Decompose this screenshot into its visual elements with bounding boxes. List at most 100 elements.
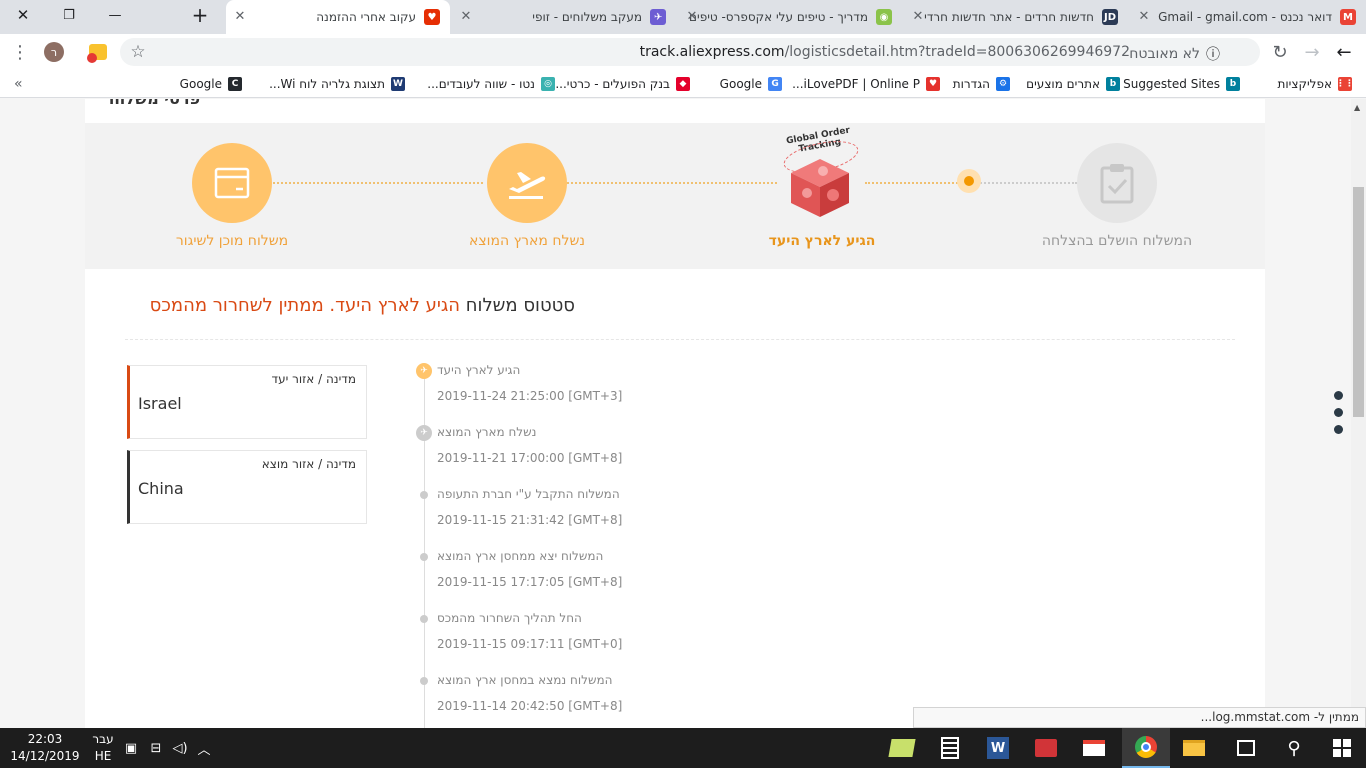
origin-label: מדינה / אזור מוצא bbox=[261, 457, 356, 471]
step-ready-label: משלוח מוכן לשיגור bbox=[175, 233, 289, 249]
bookmark-favicon-icon: ♥ bbox=[926, 77, 940, 91]
step-shipped-circle bbox=[487, 143, 567, 223]
star-icon: ☆ bbox=[130, 42, 146, 62]
tab-0[interactable]: M דואר נכנס - Gmail - gmail.com ✕ bbox=[1130, 0, 1366, 34]
bookmark-label: Google bbox=[719, 77, 762, 91]
url-text[interactable]: track.aliexpress.com/logisticsdetail.htm… bbox=[640, 44, 1130, 60]
step-ready-circle bbox=[192, 143, 272, 223]
taskbar-app-sticky-notes[interactable] bbox=[878, 728, 926, 768]
taskbar-app-word[interactable]: W bbox=[974, 728, 1022, 768]
avatar: ר bbox=[44, 42, 64, 62]
lang-bottom: HE bbox=[94, 749, 112, 763]
kebab-menu-icon: ⋮ bbox=[11, 41, 29, 63]
step-connector bbox=[865, 182, 961, 184]
gmail-icon bbox=[1083, 740, 1105, 756]
tab-1[interactable]: JD חדשות חרדים - אתר חדשות חרדי ✕ bbox=[904, 0, 1128, 34]
tab-close-icon[interactable]: ✕ bbox=[232, 9, 248, 25]
timeline-dot-icon bbox=[420, 553, 428, 561]
bookmark-item[interactable]: ◎ נטו - שווה לעובדים... bbox=[427, 75, 555, 93]
chevron-up-icon[interactable]: ︿ bbox=[192, 728, 216, 768]
system-clock[interactable]: 22:03 14/12/2019 bbox=[6, 731, 84, 765]
tab-2[interactable]: ◉ מדריך - טיפים עלי אקספרס- טיפים ✕ bbox=[678, 0, 902, 34]
menu-button[interactable]: ⋮ bbox=[8, 40, 32, 64]
timeline-event: ✈ הגיע לארץ היעד 2019-11-24 21:25:00 [GMT+… bbox=[415, 361, 735, 423]
bookmark-item[interactable]: C Google bbox=[180, 75, 242, 93]
security-indicator[interactable]: ⓘ לא מאובטח bbox=[1129, 44, 1220, 64]
timeline-event: החל תהליך השחרור מהמכס 2019-11-15 09:17:1… bbox=[415, 609, 735, 671]
profile-button[interactable]: ר bbox=[42, 40, 66, 64]
destination-value: Israel bbox=[138, 394, 182, 413]
bookmark-item[interactable]: b Suggested Sites bbox=[1123, 75, 1240, 93]
event-text: נשלח מארץ המוצא bbox=[437, 425, 537, 439]
step-connector bbox=[273, 182, 483, 184]
bookmark-item[interactable]: ◆ בנק הפועלים - כרטי... bbox=[555, 75, 690, 93]
plane-takeoff-icon: ✈ bbox=[416, 425, 432, 441]
event-text: החל תהליך השחרור מהמכס bbox=[437, 611, 582, 625]
bookmark-favicon-icon: b bbox=[1226, 77, 1240, 91]
bookmark-label: אפליקציות bbox=[1277, 77, 1333, 91]
bookmark-item[interactable]: b אתרים מוצעים bbox=[1026, 75, 1120, 93]
tab-close-icon[interactable]: ✕ bbox=[1136, 9, 1152, 25]
folder-icon bbox=[1183, 740, 1205, 756]
tab-close-icon[interactable]: ✕ bbox=[458, 9, 474, 25]
reload-button[interactable]: ↻ bbox=[1268, 40, 1292, 64]
event-datetime: 2019-11-14 20:42:50 [GMT+8] bbox=[437, 699, 623, 713]
tab-3[interactable]: ✈ מעקב משלוחים - זופי ✕ bbox=[452, 0, 676, 34]
destination-label: מדינה / אזור יעד bbox=[271, 372, 356, 386]
scrollbar-thumb[interactable] bbox=[1353, 187, 1364, 417]
bookmark-item[interactable]: ⚙ הגדרות bbox=[953, 75, 1010, 93]
bookmark-label: הגדרות bbox=[952, 77, 990, 91]
plane-landing-icon: ✈ bbox=[416, 363, 432, 379]
clipboard-check-icon bbox=[1100, 164, 1134, 204]
bookmark-favicon-icon: W bbox=[391, 77, 405, 91]
card-header: פרטי משלוח bbox=[85, 99, 1265, 123]
search-button[interactable]: ⚲ bbox=[1270, 728, 1318, 768]
close-window-button[interactable]: ✕ bbox=[0, 0, 46, 30]
extension-button[interactable] bbox=[86, 40, 110, 64]
tab-close-icon[interactable]: ✕ bbox=[910, 9, 926, 25]
scroll-up-arrow-icon[interactable]: ▲ bbox=[1354, 103, 1360, 112]
page-scrollbar[interactable]: ▲ bbox=[1351, 99, 1366, 728]
screen: ✕ ❐ — + M דואר נכנס - Gmail - gmail.com ✕ J… bbox=[0, 0, 1366, 768]
page-viewport: פרטי משלוח משלוח מוכן לשיגור נשלח מאר bbox=[0, 99, 1351, 728]
tab-close-icon[interactable]: ✕ bbox=[684, 9, 700, 25]
bookmark-item[interactable]: W תצוגת גלריה לוח Wi... bbox=[269, 75, 405, 93]
side-nav-dot[interactable] bbox=[1334, 391, 1343, 400]
timeline-event: המשלוח נמצא במחסן ארץ המוצא 2019-11-14 20… bbox=[415, 671, 735, 728]
network-icon[interactable]: ⊟ bbox=[144, 728, 168, 768]
event-datetime: 2019-11-21 17:00:00 [GMT+8] bbox=[437, 451, 623, 465]
lang-top: עבר bbox=[92, 732, 114, 746]
tab-4[interactable]: ♥ עקוב אחרי ההזמנה ✕ bbox=[226, 0, 450, 34]
timeline-dot-icon bbox=[420, 677, 428, 685]
taskbar-app-gmail[interactable] bbox=[1070, 728, 1118, 768]
browser-toolbar: ⋮ ר ☆ track.aliexpress.com/logisticsdeta… bbox=[0, 34, 1366, 70]
address-bar[interactable]: ☆ track.aliexpress.com/logisticsdetail.h… bbox=[120, 38, 1260, 66]
bookmark-label: אתרים מוצעים bbox=[1026, 77, 1100, 91]
sticky-notes-icon bbox=[888, 739, 916, 757]
side-nav-dot[interactable] bbox=[1334, 425, 1343, 434]
restore-icon: ❐ bbox=[63, 7, 75, 23]
restore-window-button[interactable]: ❐ bbox=[46, 0, 92, 30]
tab-favicon-icon: JD bbox=[1102, 9, 1118, 25]
bookmark-item[interactable]: G Google bbox=[720, 75, 782, 93]
back-button[interactable]: ← bbox=[1332, 40, 1356, 64]
language-indicator[interactable]: עבר HE bbox=[88, 731, 118, 765]
bookmark-star-button[interactable]: ☆ bbox=[126, 40, 150, 64]
taskbar-app-chrome[interactable] bbox=[1122, 728, 1170, 768]
taskbar-app-reader[interactable] bbox=[1022, 728, 1070, 768]
start-button[interactable] bbox=[1318, 728, 1366, 768]
taskbar-app-calculator[interactable] bbox=[926, 728, 974, 768]
side-nav-dot[interactable] bbox=[1334, 408, 1343, 417]
forward-button[interactable]: → bbox=[1300, 40, 1324, 64]
volume-icon[interactable]: ◁) bbox=[168, 728, 192, 768]
more-bookmarks-button[interactable]: » bbox=[14, 75, 23, 93]
bookmark-item[interactable]: ⋮⋮ אפליקציות bbox=[1277, 75, 1354, 93]
arrow-right-icon: ← bbox=[1336, 41, 1352, 63]
bookmark-item[interactable]: ♥ iLovePDF | Online P... bbox=[792, 75, 940, 93]
task-view-button[interactable] bbox=[1222, 728, 1270, 768]
notification-icon[interactable]: ▣ bbox=[120, 728, 142, 768]
new-tab-button[interactable]: + bbox=[178, 0, 222, 30]
minimize-window-button[interactable]: — bbox=[92, 0, 138, 30]
bookmark-label: Suggested Sites bbox=[1123, 77, 1220, 91]
taskbar-app-explorer[interactable] bbox=[1170, 728, 1218, 768]
